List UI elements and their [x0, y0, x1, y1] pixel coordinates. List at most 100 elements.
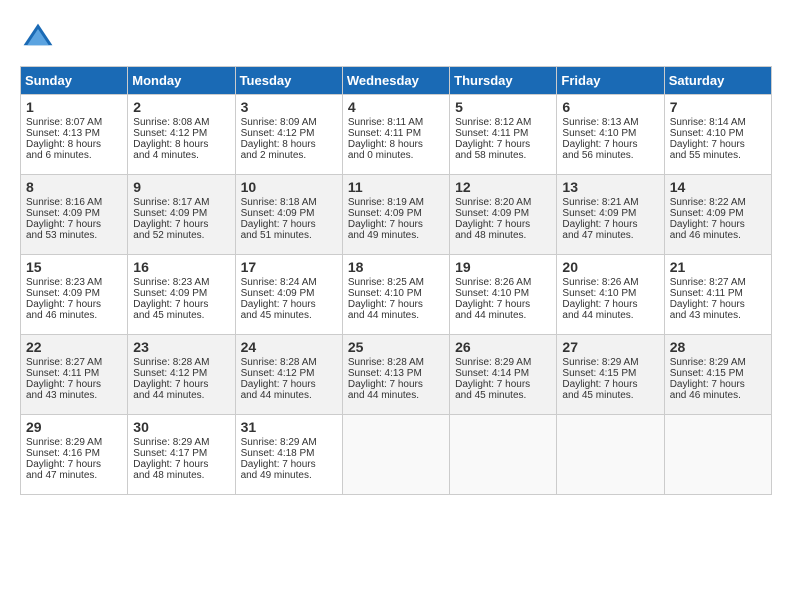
day-info-line: Sunset: 4:09 PM — [241, 288, 337, 299]
day-info-line: and 2 minutes. — [241, 150, 337, 161]
day-info-line: Sunrise: 8:29 AM — [241, 437, 337, 448]
day-info-line: Sunrise: 8:20 AM — [455, 197, 551, 208]
day-number: 25 — [348, 339, 444, 355]
day-info-line: Daylight: 7 hours — [562, 379, 658, 390]
calendar-cell: 17Sunrise: 8:24 AMSunset: 4:09 PMDayligh… — [235, 255, 342, 335]
day-info-line: and 55 minutes. — [670, 150, 766, 161]
calendar-cell: 15Sunrise: 8:23 AMSunset: 4:09 PMDayligh… — [21, 255, 128, 335]
day-number: 29 — [26, 419, 122, 435]
calendar-week-row: 15Sunrise: 8:23 AMSunset: 4:09 PMDayligh… — [21, 255, 772, 335]
day-info-line: Sunrise: 8:29 AM — [562, 357, 658, 368]
day-info-line: and 52 minutes. — [133, 230, 229, 241]
day-info-line: and 44 minutes. — [562, 310, 658, 321]
day-info-line: Daylight: 8 hours — [241, 139, 337, 150]
calendar-cell — [450, 415, 557, 495]
day-info-line: Daylight: 7 hours — [241, 219, 337, 230]
day-info-line: Daylight: 7 hours — [455, 299, 551, 310]
day-info-line: Daylight: 7 hours — [26, 379, 122, 390]
day-info-line: and 44 minutes. — [241, 390, 337, 401]
day-number: 22 — [26, 339, 122, 355]
calendar-cell — [342, 415, 449, 495]
day-info-line: and 56 minutes. — [562, 150, 658, 161]
calendar-cell: 7Sunrise: 8:14 AMSunset: 4:10 PMDaylight… — [664, 95, 771, 175]
weekday-header: Friday — [557, 67, 664, 95]
calendar-cell: 21Sunrise: 8:27 AMSunset: 4:11 PMDayligh… — [664, 255, 771, 335]
calendar-cell: 1Sunrise: 8:07 AMSunset: 4:13 PMDaylight… — [21, 95, 128, 175]
day-info-line: Sunset: 4:09 PM — [670, 208, 766, 219]
day-info-line: Sunrise: 8:18 AM — [241, 197, 337, 208]
day-info-line: Sunrise: 8:25 AM — [348, 277, 444, 288]
day-info-line: Sunset: 4:15 PM — [562, 368, 658, 379]
day-number: 20 — [562, 259, 658, 275]
day-info-line: Sunset: 4:09 PM — [26, 288, 122, 299]
day-info-line: and 0 minutes. — [348, 150, 444, 161]
calendar-cell: 2Sunrise: 8:08 AMSunset: 4:12 PMDaylight… — [128, 95, 235, 175]
day-info-line: and 48 minutes. — [455, 230, 551, 241]
calendar-cell: 9Sunrise: 8:17 AMSunset: 4:09 PMDaylight… — [128, 175, 235, 255]
day-info-line: Sunset: 4:09 PM — [241, 208, 337, 219]
calendar-cell: 26Sunrise: 8:29 AMSunset: 4:14 PMDayligh… — [450, 335, 557, 415]
day-number: 12 — [455, 179, 551, 195]
day-info-line: Sunset: 4:09 PM — [133, 208, 229, 219]
day-info-line: Sunset: 4:11 PM — [670, 288, 766, 299]
day-number: 13 — [562, 179, 658, 195]
calendar-cell: 29Sunrise: 8:29 AMSunset: 4:16 PMDayligh… — [21, 415, 128, 495]
day-info-line: and 47 minutes. — [26, 470, 122, 481]
day-number: 31 — [241, 419, 337, 435]
calendar-cell: 31Sunrise: 8:29 AMSunset: 4:18 PMDayligh… — [235, 415, 342, 495]
day-number: 30 — [133, 419, 229, 435]
day-info-line: and 45 minutes. — [133, 310, 229, 321]
day-number: 27 — [562, 339, 658, 355]
day-number: 24 — [241, 339, 337, 355]
day-info-line: and 51 minutes. — [241, 230, 337, 241]
day-number: 9 — [133, 179, 229, 195]
day-info-line: Daylight: 7 hours — [455, 379, 551, 390]
day-info-line: Sunset: 4:12 PM — [133, 128, 229, 139]
day-info-line: Sunrise: 8:27 AM — [670, 277, 766, 288]
day-number: 11 — [348, 179, 444, 195]
day-info-line: Sunset: 4:11 PM — [348, 128, 444, 139]
calendar-cell — [664, 415, 771, 495]
day-info-line: and 45 minutes. — [562, 390, 658, 401]
day-info-line: Sunrise: 8:29 AM — [670, 357, 766, 368]
page-header — [20, 20, 772, 56]
day-number: 28 — [670, 339, 766, 355]
day-info-line: Sunset: 4:11 PM — [26, 368, 122, 379]
calendar-week-row: 1Sunrise: 8:07 AMSunset: 4:13 PMDaylight… — [21, 95, 772, 175]
day-info-line: and 46 minutes. — [670, 230, 766, 241]
day-info-line: Sunset: 4:10 PM — [348, 288, 444, 299]
day-info-line: Sunset: 4:12 PM — [133, 368, 229, 379]
day-info-line: Daylight: 8 hours — [133, 139, 229, 150]
day-info-line: Sunrise: 8:28 AM — [348, 357, 444, 368]
calendar-cell: 23Sunrise: 8:28 AMSunset: 4:12 PMDayligh… — [128, 335, 235, 415]
day-info-line: Daylight: 7 hours — [348, 299, 444, 310]
day-info-line: Sunset: 4:09 PM — [455, 208, 551, 219]
calendar-cell — [557, 415, 664, 495]
day-info-line: Sunset: 4:13 PM — [348, 368, 444, 379]
day-info-line: and 48 minutes. — [133, 470, 229, 481]
day-info-line: Sunrise: 8:28 AM — [133, 357, 229, 368]
day-number: 8 — [26, 179, 122, 195]
day-info-line: Sunrise: 8:11 AM — [348, 117, 444, 128]
day-info-line: Sunset: 4:10 PM — [562, 128, 658, 139]
calendar-cell: 30Sunrise: 8:29 AMSunset: 4:17 PMDayligh… — [128, 415, 235, 495]
day-info-line: Daylight: 7 hours — [562, 219, 658, 230]
calendar-cell: 22Sunrise: 8:27 AMSunset: 4:11 PMDayligh… — [21, 335, 128, 415]
day-info-line: Sunrise: 8:13 AM — [562, 117, 658, 128]
day-info-line: Daylight: 7 hours — [348, 219, 444, 230]
calendar-body: 1Sunrise: 8:07 AMSunset: 4:13 PMDaylight… — [21, 95, 772, 495]
calendar-cell: 13Sunrise: 8:21 AMSunset: 4:09 PMDayligh… — [557, 175, 664, 255]
calendar-cell: 24Sunrise: 8:28 AMSunset: 4:12 PMDayligh… — [235, 335, 342, 415]
day-info-line: and 44 minutes. — [133, 390, 229, 401]
day-info-line: Daylight: 7 hours — [26, 299, 122, 310]
calendar-cell: 11Sunrise: 8:19 AMSunset: 4:09 PMDayligh… — [342, 175, 449, 255]
day-info-line: Daylight: 7 hours — [670, 219, 766, 230]
calendar-cell: 18Sunrise: 8:25 AMSunset: 4:10 PMDayligh… — [342, 255, 449, 335]
day-number: 10 — [241, 179, 337, 195]
calendar-cell: 4Sunrise: 8:11 AMSunset: 4:11 PMDaylight… — [342, 95, 449, 175]
day-info-line: Sunset: 4:12 PM — [241, 128, 337, 139]
day-number: 15 — [26, 259, 122, 275]
day-info-line: Sunrise: 8:17 AM — [133, 197, 229, 208]
day-info-line: Sunset: 4:13 PM — [26, 128, 122, 139]
calendar-cell: 14Sunrise: 8:22 AMSunset: 4:09 PMDayligh… — [664, 175, 771, 255]
